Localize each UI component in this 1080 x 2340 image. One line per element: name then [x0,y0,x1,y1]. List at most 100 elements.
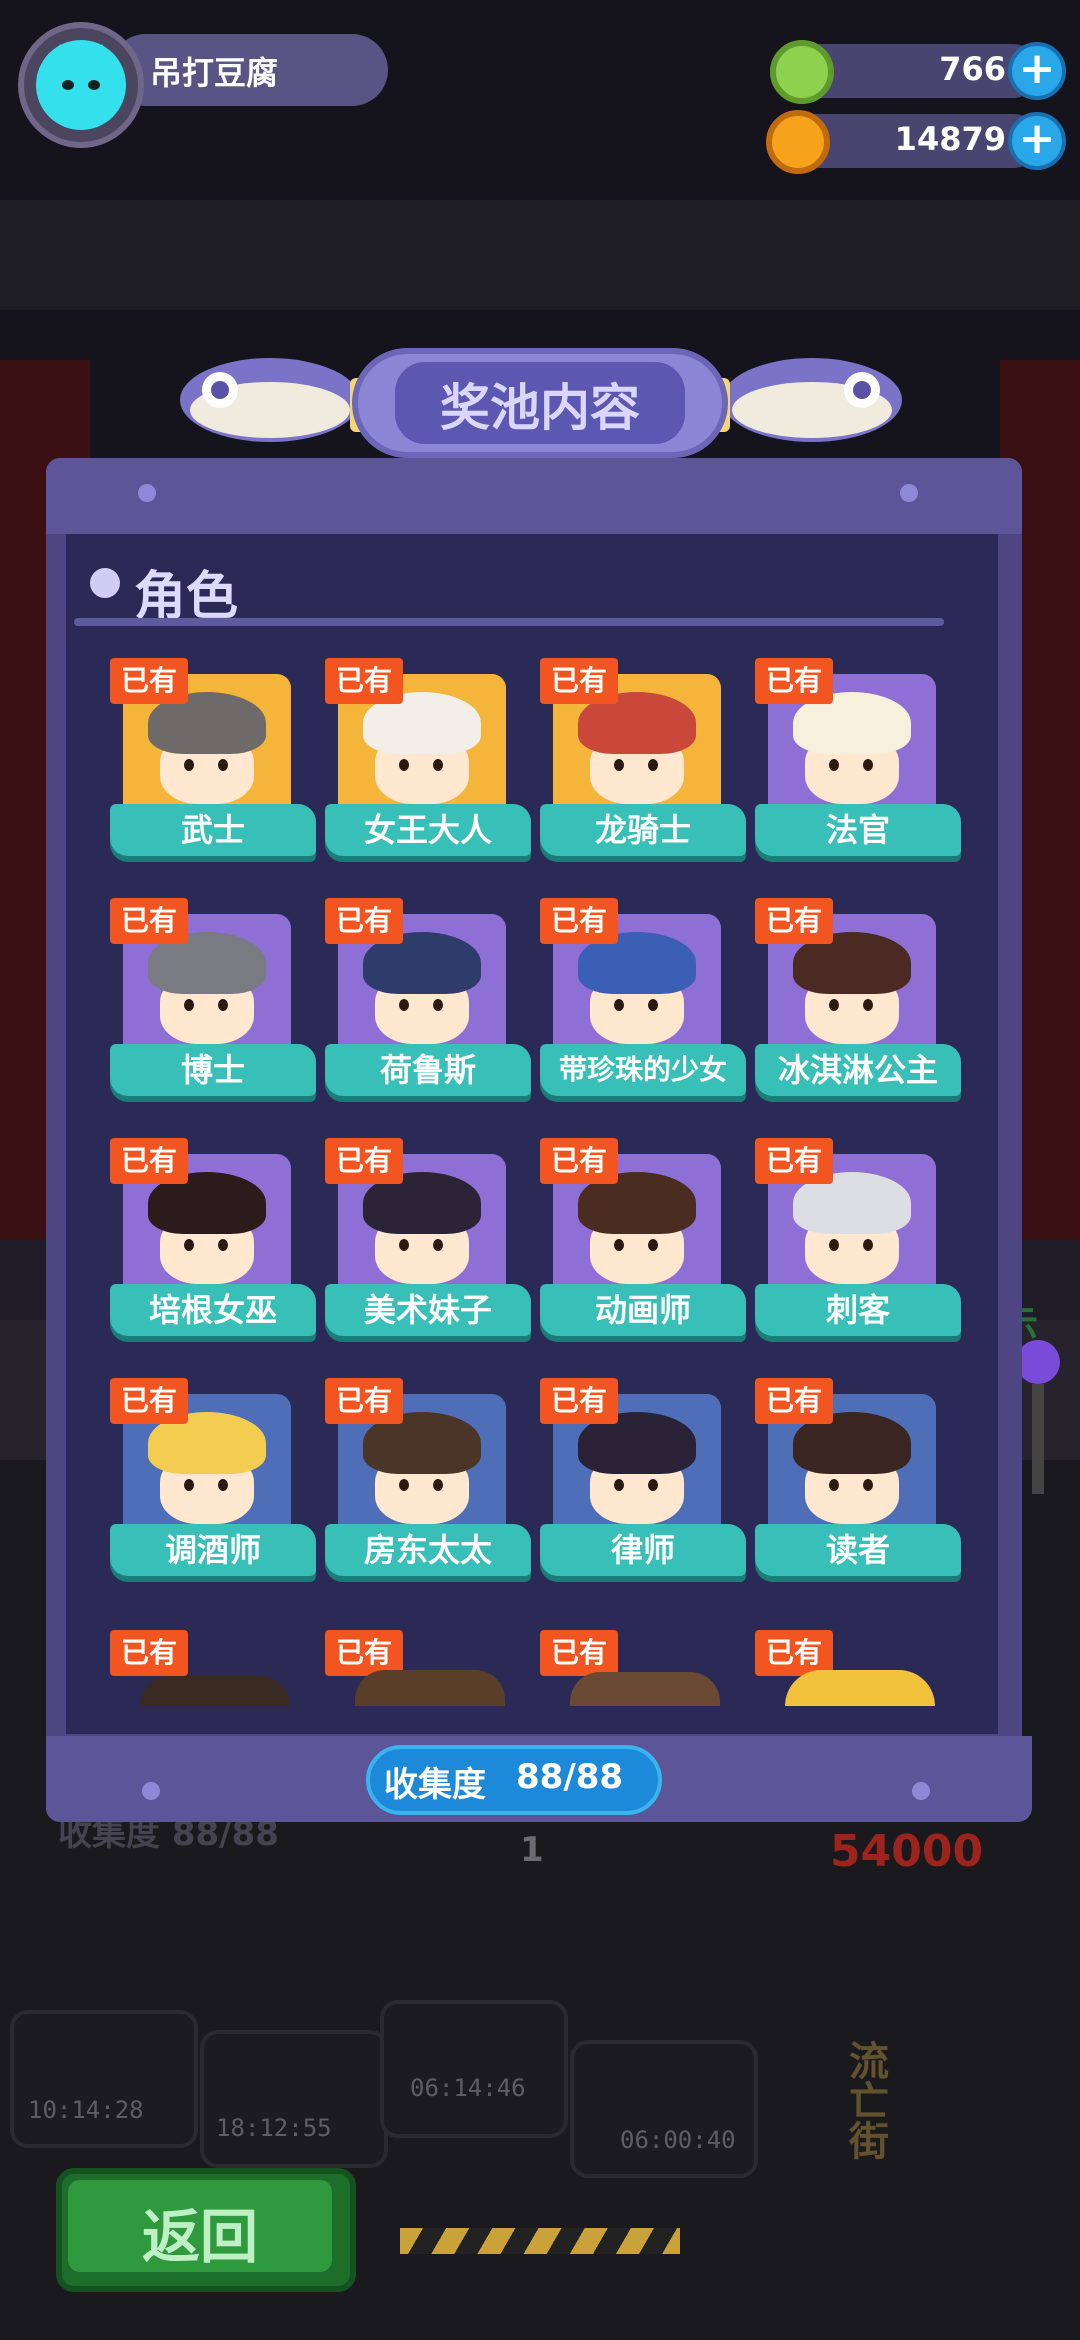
character-name: 读者 [755,1524,961,1576]
bg-timer: 06:14:46 [410,2074,526,2102]
gem-icon [770,40,834,104]
bg-timer-box [380,2000,568,2138]
character-eye [433,759,443,771]
character-name: 冰淇淋公主 [755,1044,961,1096]
cat-ear-icon [46,44,74,68]
bg-timer: 06:00:40 [620,2126,736,2154]
modal-title: 奖池内容 [440,379,640,437]
character-eye [863,1479,873,1491]
character-partial [785,1670,935,1706]
bg-count: 1 [520,1830,544,1870]
character-eye [218,1479,228,1491]
character-name: 龙骑士 [540,804,746,856]
character-eye [184,1479,194,1491]
fish-left-icon [180,358,360,442]
character-eye [829,1479,839,1491]
character-name: 武士 [110,804,316,856]
bg-timer-box [10,2010,198,2148]
character-eye [433,1239,443,1251]
character-eye [614,1479,624,1491]
bg-timer-box [570,2040,758,2178]
bg-timer-box [200,2030,388,2168]
owned-badge: 已有 [540,1378,618,1424]
rivet-icon [900,484,918,502]
bg-lever-knob [1016,1340,1060,1384]
rivet-icon [142,1782,160,1800]
character-card[interactable]: 已有 法官 [743,654,961,864]
character-card[interactable]: 已有 培根女巫 [98,1134,316,1344]
character-name: 带珍珠的少女 [540,1044,746,1096]
character-name: 房东太太 [325,1524,531,1576]
rivet-icon [138,484,156,502]
character-card[interactable]: 已有 带珍珠的少女 [528,894,746,1104]
character-card[interactable]: 已有 武士 [98,654,316,864]
character-partial [355,1670,505,1706]
character-card[interactable]: 已有 龙骑士 [528,654,746,864]
character-card[interactable]: 已有 冰淇淋公主 [743,894,961,1104]
character-eye [218,1239,228,1251]
section-divider [74,618,944,626]
character-name: 刺客 [755,1284,961,1336]
character-card[interactable]: 已有 律师 [528,1374,746,1584]
cat-avatar-icon [36,40,126,130]
character-eye [614,759,624,771]
character-card[interactable]: 已有 刺客 [743,1134,961,1344]
owned-badge: 已有 [540,1138,618,1184]
character-eye [399,1239,409,1251]
cat-eye-icon [62,80,74,90]
character-name: 动画师 [540,1284,746,1336]
character-name: 美术妹子 [325,1284,531,1336]
owned-badge: 已有 [325,898,403,944]
owned-badge: 已有 [110,658,188,704]
character-eye [399,999,409,1011]
owned-badge: 已有 [110,1138,188,1184]
owned-badge: 已有 [755,898,833,944]
character-name: 培根女巫 [110,1284,316,1336]
character-eye [433,999,443,1011]
owned-badge: 已有 [110,1378,188,1424]
character-eye [648,999,658,1011]
character-eye [184,999,194,1011]
character-card[interactable]: 已有 动画师 [528,1134,746,1344]
character-card[interactable]: 已有 房东太太 [313,1374,531,1584]
character-eye [399,759,409,771]
character-name: 调酒师 [110,1524,316,1576]
character-card[interactable]: 已有 调酒师 [98,1374,316,1584]
character-eye [648,1479,658,1491]
character-name: 律师 [540,1524,746,1576]
owned-badge: 已有 [540,1630,618,1676]
player-name: 吊打豆腐 [150,54,279,92]
owned-badge: 已有 [755,1378,833,1424]
character-card[interactable]: 已有 博士 [98,894,316,1104]
add-gem-button[interactable]: + [1008,42,1066,100]
character-eye [648,1239,658,1251]
character-card[interactable]: 已有 女王大人 [313,654,531,864]
character-eye [433,1479,443,1491]
player-avatar[interactable] [18,22,144,148]
character-card[interactable]: 已有 美术妹子 [313,1134,531,1344]
character-partial [570,1672,720,1706]
character-eye [614,999,624,1011]
character-eye [829,759,839,771]
character-eye [218,999,228,1011]
character-card[interactable]: 已有 荷鲁斯 [313,894,531,1104]
character-eye [614,1239,624,1251]
bg-timer: 10:14:28 [28,2096,144,2124]
cat-ear-icon [88,44,116,68]
owned-badge: 已有 [755,658,833,704]
character-eye [863,1239,873,1251]
owned-badge: 已有 [755,1138,833,1184]
character-eye [829,999,839,1011]
owned-badge: 已有 [325,1138,403,1184]
add-coin-button[interactable]: + [1008,112,1066,170]
rivet-icon [912,1782,930,1800]
coin-amount: 14879 [894,120,1006,158]
character-eye [184,1239,194,1251]
owned-badge: 已有 [110,898,188,944]
character-name: 荷鲁斯 [325,1044,531,1096]
character-name: 法官 [755,804,961,856]
fish-right-icon [722,358,902,442]
owned-badge: 已有 [540,658,618,704]
collection-label: 收集度 [384,1765,486,1805]
character-card[interactable]: 已有 读者 [743,1374,961,1584]
